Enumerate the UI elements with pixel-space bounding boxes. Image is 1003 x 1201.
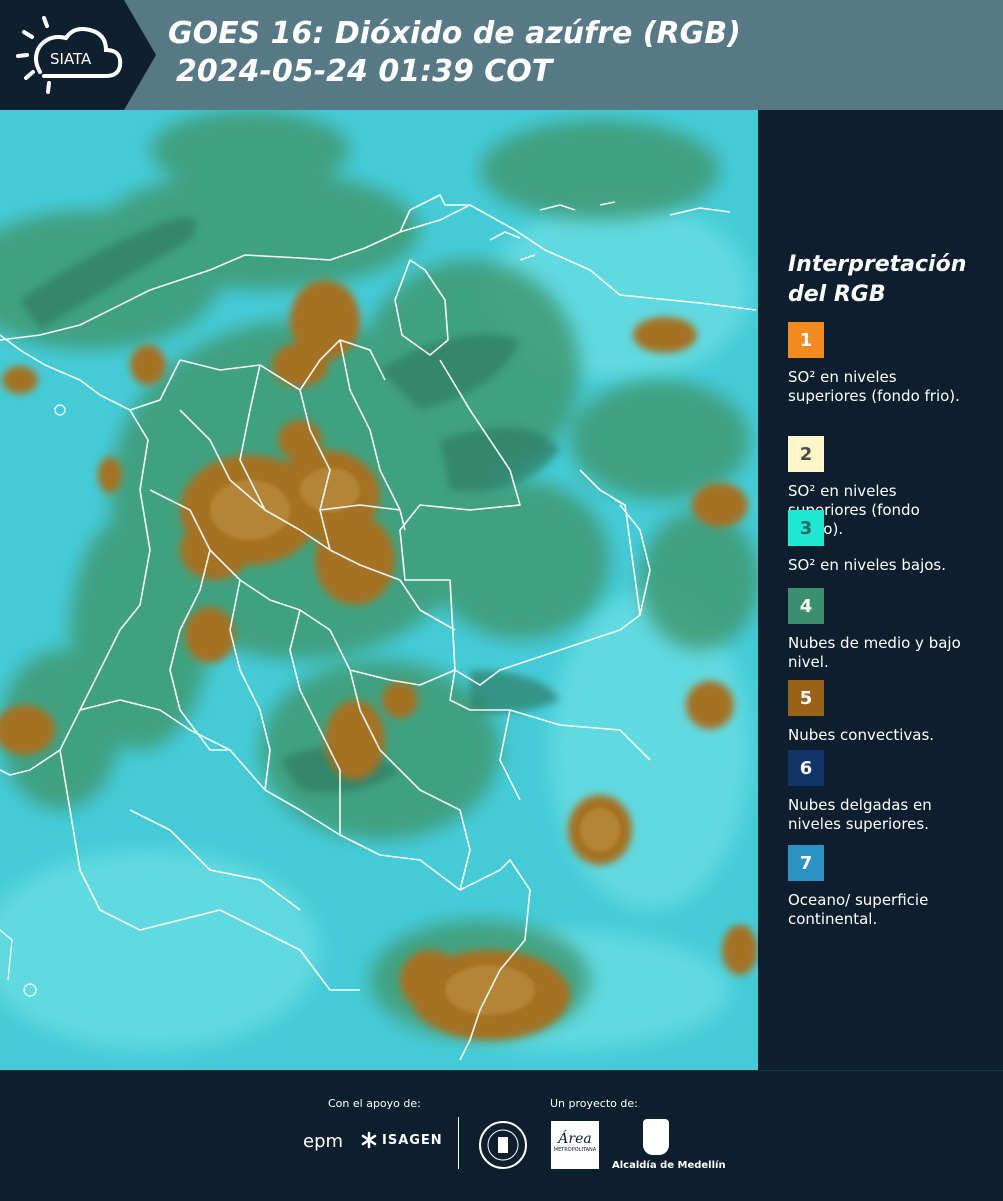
area-subtext: METROPOLITANA bbox=[553, 1147, 597, 1153]
isagen-icon bbox=[361, 1131, 377, 1149]
legend-swatch: 1 bbox=[788, 322, 824, 358]
legend-title-line2: del RGB bbox=[788, 282, 886, 307]
legend-item: 4 Nubes de medio y bajo nivel. bbox=[788, 588, 998, 672]
legend-label: Nubes de medio y bajo nivel. bbox=[788, 634, 961, 671]
legend-item: 7 Oceano/ superficie continental. bbox=[788, 845, 998, 929]
legend-swatch: 2 bbox=[788, 436, 824, 472]
alcaldia-text: Alcaldía de Medellín bbox=[612, 1160, 726, 1171]
area-metropolitana-logo: Área METROPOLITANA bbox=[551, 1121, 599, 1169]
legend-item: 5 Nubes convectivas. bbox=[788, 680, 998, 745]
legend-title: Interpretación del RGB bbox=[788, 250, 988, 310]
legend-swatch: 4 bbox=[788, 588, 824, 624]
sun-cloud-icon: SIATA bbox=[16, 16, 123, 94]
legend-panel: Interpretación del RGB 1 SO² en niveles s… bbox=[758, 110, 1003, 1070]
svg-text:SIATA: SIATA bbox=[50, 50, 92, 68]
siata-logo: SIATA bbox=[0, 0, 156, 110]
rgb-image bbox=[0, 110, 758, 1070]
epm-logo: epm bbox=[303, 1131, 344, 1152]
header-bar: SIATA GOES 16: Dióxido de azúfre (RGB) 2… bbox=[0, 0, 1003, 110]
medellin-seal-icon bbox=[479, 1121, 527, 1169]
alcaldia-shield-icon bbox=[643, 1119, 669, 1155]
support-label: Con el apoyo de: bbox=[328, 1097, 421, 1110]
project-label: Un proyecto de: bbox=[550, 1097, 638, 1110]
legend-item: 6 Nubes delgadas en niveles superiores. bbox=[788, 750, 998, 834]
legend-label: Oceano/ superficie continental. bbox=[788, 891, 929, 928]
legend-label: Nubes convectivas. bbox=[788, 726, 935, 744]
satellite-map bbox=[0, 110, 758, 1070]
footer: Con el apoyo de: Un proyecto de: epm ISA… bbox=[0, 1070, 1003, 1201]
footer-divider bbox=[458, 1117, 459, 1169]
legend-label: SO² en niveles bajos. bbox=[788, 556, 947, 574]
legend-title-line1: Interpretación bbox=[788, 252, 967, 277]
legend-label: SO² en niveles superiores (fondo frio). bbox=[788, 368, 960, 405]
legend-swatch: 3 bbox=[788, 510, 824, 546]
legend-swatch: 7 bbox=[788, 845, 824, 881]
area-text: Área bbox=[558, 1131, 592, 1147]
timestamp: 2024-05-24 01:39 COT bbox=[176, 54, 553, 89]
page-title: GOES 16: Dióxido de azúfre (RGB) bbox=[168, 16, 741, 51]
legend-item: 1 SO² en niveles superiores (fondo frio). bbox=[788, 322, 998, 406]
isagen-text: ISAGEN bbox=[382, 1132, 443, 1148]
legend-label: Nubes delgadas en niveles superiores. bbox=[788, 796, 932, 833]
legend-item: 3 SO² en niveles bajos. bbox=[788, 510, 998, 575]
isagen-logo: ISAGEN bbox=[360, 1131, 443, 1149]
legend-swatch: 5 bbox=[788, 680, 824, 716]
legend-swatch: 6 bbox=[788, 750, 824, 786]
